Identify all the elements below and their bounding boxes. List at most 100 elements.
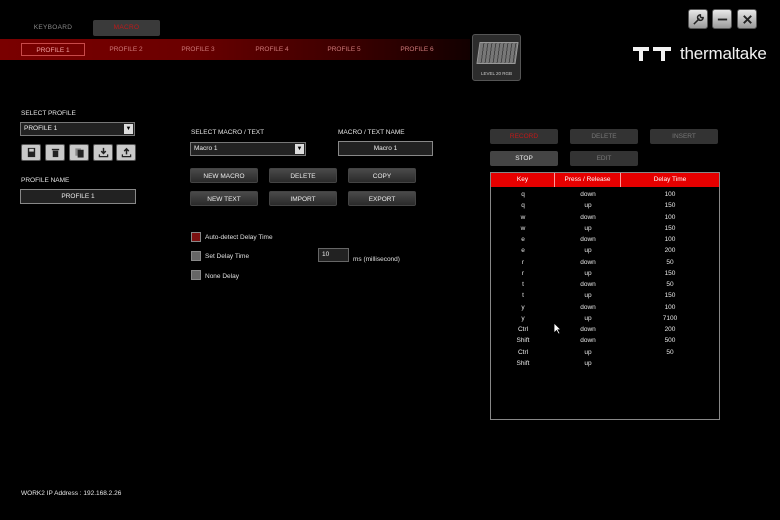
cell-action: down xyxy=(580,236,596,243)
delete-macro-button[interactable]: DELETE xyxy=(269,168,337,183)
cell-action: up xyxy=(584,359,592,367)
table-row[interactable]: y up 7100 xyxy=(491,313,719,324)
download-icon xyxy=(98,147,108,158)
tab-keyboard[interactable]: KEYBOARD xyxy=(20,20,86,36)
tools-icon xyxy=(692,13,704,25)
chevron-down-icon[interactable]: ▼ xyxy=(295,144,304,154)
mouse-cursor-icon xyxy=(553,322,562,335)
table-row[interactable]: t down 50 xyxy=(491,279,719,290)
tab-profile-2[interactable]: PROFILE 2 xyxy=(94,43,158,56)
new-macro-button[interactable]: NEW MACRO xyxy=(190,168,258,183)
copy-macro-button[interactable]: COPY xyxy=(348,168,416,183)
auto-detect-label: Auto-detect Delay Time xyxy=(205,234,273,241)
device-thumbnail[interactable]: LEVEL 20 RGB xyxy=(472,34,521,81)
cell-key: q xyxy=(521,202,525,210)
table-row[interactable]: r up 150 xyxy=(491,268,719,279)
insert-record-button[interactable]: INSERT xyxy=(650,129,718,144)
table-row[interactable]: q up 150 xyxy=(491,200,719,211)
none-delay-checkbox[interactable] xyxy=(191,270,201,280)
macro-name-input[interactable]: Macro 1 xyxy=(338,141,433,156)
cell-key: t xyxy=(522,292,524,300)
table-row[interactable]: w down 100 xyxy=(491,212,719,223)
profile-select[interactable]: PROFILE 1 ▼ xyxy=(20,122,135,136)
tab-profile-6[interactable]: PROFILE 6 xyxy=(385,43,449,56)
new-text-button[interactable]: NEW TEXT xyxy=(190,191,258,206)
minimize-button[interactable] xyxy=(712,9,732,29)
cell-action: down xyxy=(580,258,596,266)
table-row[interactable]: r down 50 xyxy=(491,257,719,268)
cell-action: up xyxy=(584,224,592,232)
macro-select[interactable]: Macro 1 ▼ xyxy=(190,142,306,156)
set-delay-checkbox[interactable] xyxy=(191,251,201,261)
none-delay-label: None Delay xyxy=(205,273,239,280)
export-button[interactable]: EXPORT xyxy=(348,191,416,206)
cell-action: down xyxy=(580,337,596,345)
import-profile-button[interactable] xyxy=(93,144,113,161)
import-button[interactable]: IMPORT xyxy=(269,191,337,206)
brand-logo: thermaltake xyxy=(632,44,767,64)
table-row[interactable]: Shift down 500 xyxy=(491,335,719,346)
set-delay-label: Set Delay Time xyxy=(205,253,250,260)
table-row[interactable]: y down 100 xyxy=(491,302,719,313)
header-key[interactable]: Key xyxy=(491,173,555,187)
chevron-down-icon[interactable]: ▼ xyxy=(124,124,133,134)
tab-profile-5[interactable]: PROFILE 5 xyxy=(312,43,376,56)
close-button[interactable] xyxy=(737,9,757,29)
tt-logo-icon xyxy=(633,47,671,61)
delay-unit-label: ms (millisecond) xyxy=(353,256,400,263)
tab-profile-1[interactable]: PROFILE 1 xyxy=(21,43,85,56)
stop-button[interactable]: STOP xyxy=(490,151,558,166)
cell-delay: 7100 xyxy=(662,314,678,322)
save-profile-button[interactable] xyxy=(21,144,41,161)
header-press-release[interactable]: Press / Release xyxy=(555,173,621,187)
device-label: LEVEL 20 RGB xyxy=(480,71,513,76)
cell-key: r xyxy=(521,269,525,277)
table-row[interactable]: Ctrl down 200 xyxy=(491,324,719,335)
cell-delay: 200 xyxy=(664,326,676,333)
cell-key: Shift xyxy=(516,359,530,367)
cell-action: down xyxy=(580,213,596,221)
cell-key: Shift xyxy=(516,337,530,345)
trash-icon xyxy=(51,148,59,158)
cell-key: w xyxy=(520,224,526,232)
cell-action: down xyxy=(580,303,596,311)
edit-record-button[interactable]: EDIT xyxy=(570,151,638,166)
cell-key: e xyxy=(521,236,525,243)
record-button[interactable]: RECORD xyxy=(490,129,558,144)
tab-profile-3[interactable]: PROFILE 3 xyxy=(166,43,230,56)
cell-action: up xyxy=(584,202,592,210)
cell-delay xyxy=(621,358,719,369)
table-row[interactable]: e up 200 xyxy=(491,245,719,256)
cell-delay: 100 xyxy=(664,191,676,198)
cell-action: down xyxy=(580,281,596,288)
table-row[interactable]: t up 150 xyxy=(491,290,719,301)
cell-delay: 100 xyxy=(664,303,676,311)
copy-profile-button[interactable] xyxy=(69,144,89,161)
cell-delay: 500 xyxy=(664,337,676,345)
select-macro-label: SELECT MACRO / TEXT xyxy=(191,129,265,136)
table-row[interactable]: Shift up xyxy=(491,358,719,369)
delay-time-input[interactable]: 10 xyxy=(318,248,349,262)
macro-table: Key Press / Release Delay Time q down 100 … xyxy=(490,172,720,420)
header-delay-time[interactable]: Delay Time xyxy=(621,173,719,187)
cell-key: w xyxy=(520,213,526,221)
cell-delay: 150 xyxy=(664,202,676,210)
cell-action: up xyxy=(584,314,592,322)
delete-record-button[interactable]: DELETE xyxy=(570,129,638,144)
tab-profile-4[interactable]: PROFILE 4 xyxy=(240,43,304,56)
table-row[interactable]: Ctrl up 50 xyxy=(491,347,719,358)
table-row[interactable]: q down 100 xyxy=(491,189,719,200)
auto-detect-checkbox[interactable] xyxy=(191,232,201,242)
delete-profile-button[interactable] xyxy=(45,144,65,161)
export-profile-button[interactable] xyxy=(116,144,136,161)
copy-icon xyxy=(74,148,84,158)
cell-delay: 100 xyxy=(664,236,676,243)
keyboard-image xyxy=(476,42,519,64)
table-row[interactable]: w up 150 xyxy=(491,223,719,234)
table-row[interactable]: e down 100 xyxy=(491,234,719,245)
settings-tools-button[interactable] xyxy=(688,9,708,29)
profile-name-input[interactable]: PROFILE 1 xyxy=(20,189,136,204)
profile-name-label: PROFILE NAME xyxy=(21,177,70,184)
cell-delay: 50 xyxy=(666,281,674,288)
tab-macro[interactable]: MACRO xyxy=(93,20,160,36)
